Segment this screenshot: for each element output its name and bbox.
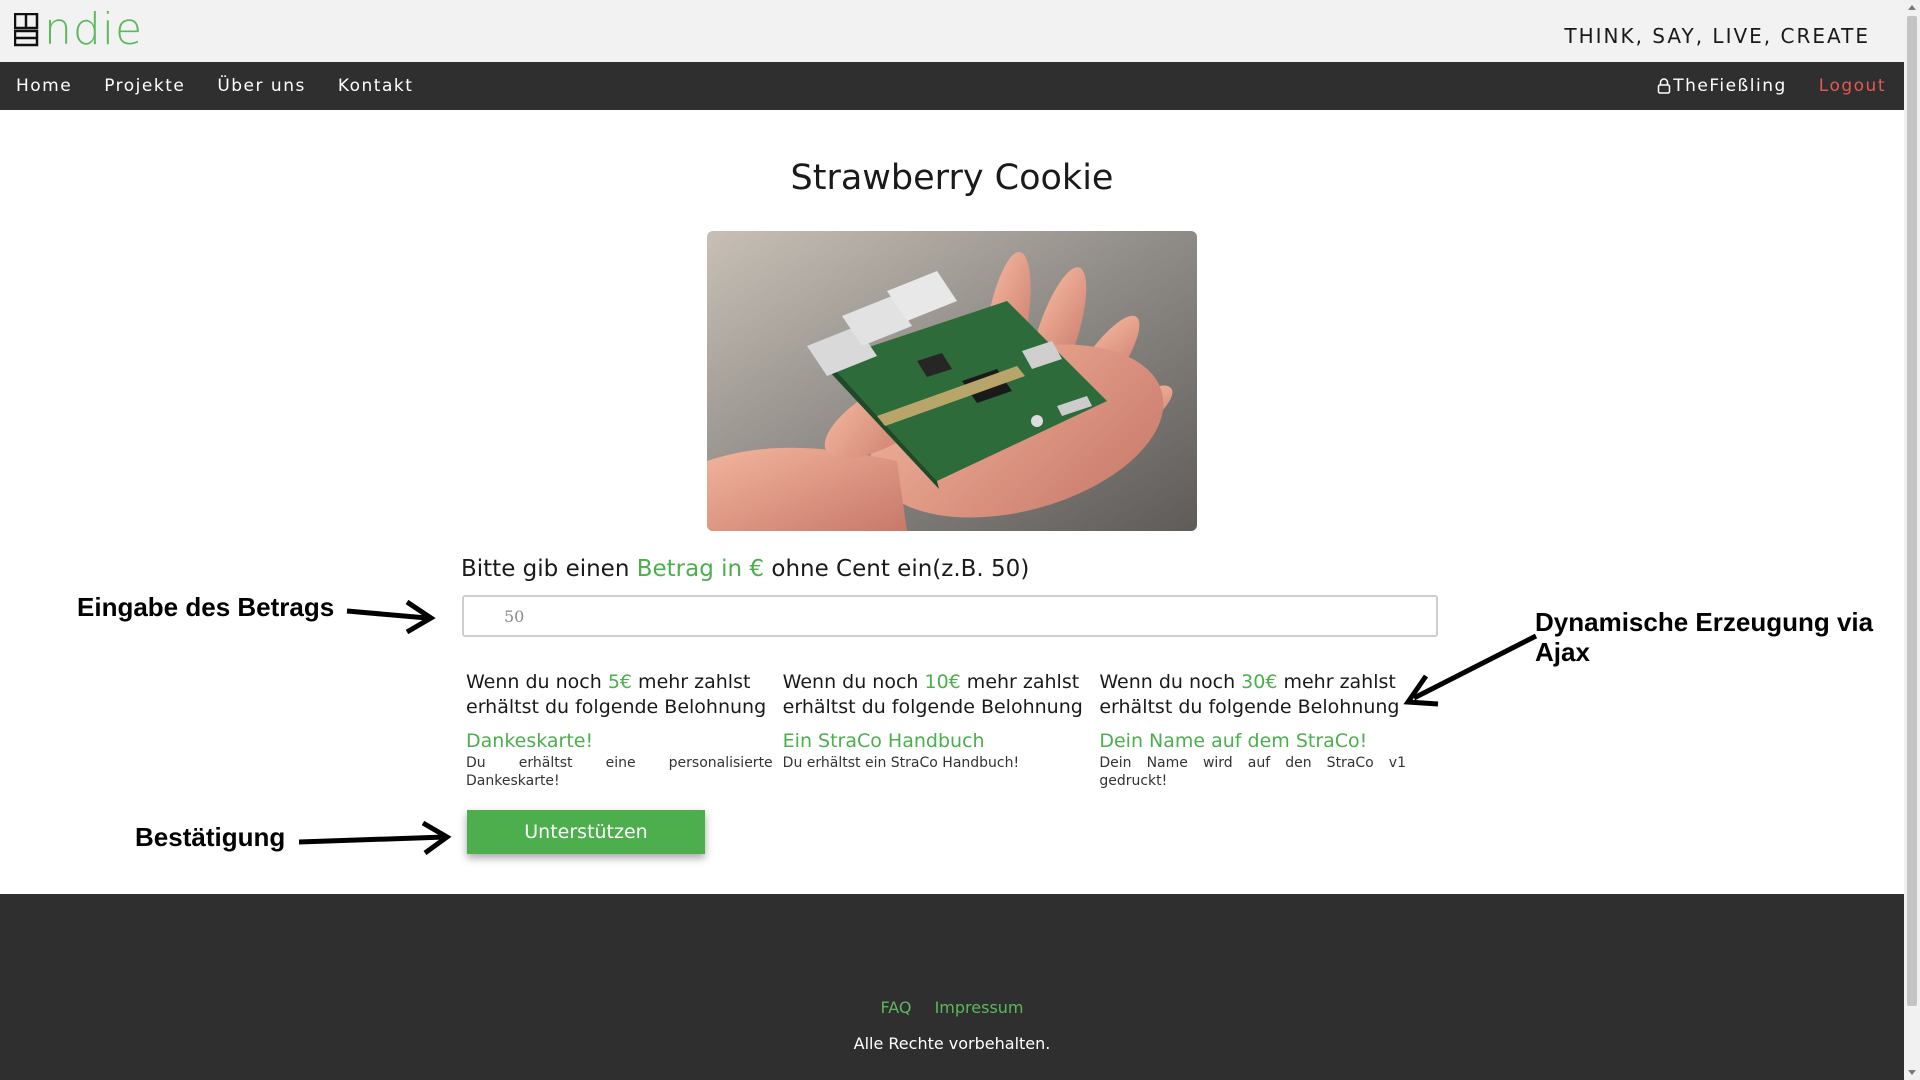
footer-links: FAQ Impressum [0,998,1904,1017]
scroll-up-icon[interactable] [1908,5,1916,10]
reward-condition: Wenn du noch 30€ mehr zahlst erhältst du… [1099,671,1400,718]
annotation-input: Eingabe des Betrags [77,592,335,622]
top-header: ndie THINK, SAY, LIVE, CREATE [0,0,1904,62]
scroll-down-icon[interactable] [1908,1070,1916,1075]
support-button[interactable]: Unterstützen [467,810,705,854]
reward-amount: 30€ [1241,671,1278,693]
logo-mark-icon [14,13,39,47]
amount-prompt-suffix: ohne Cent ein(z.B. 50) [764,556,1030,582]
annotation-arrow-confirm [298,820,452,856]
reward-description: Dein Name wird auf den StraCo v1 gedruck… [1099,755,1407,789]
logo-text: ndie [44,4,144,55]
nav-ueber-uns[interactable]: Über uns [217,76,306,96]
project-image [707,231,1197,531]
amount-prompt: Bitte gib einen Betrag in € ohne Cent ei… [461,556,1029,582]
nav-projekte[interactable]: Projekte [104,76,185,96]
footer: FAQ Impressum Alle Rechte vorbehalten. [0,894,1904,1080]
amount-prompt-highlight: Betrag in € [636,556,765,582]
reward-item: Wenn du noch 10€ mehr zahlst erhältst du… [783,670,1090,790]
nav-logout[interactable]: Logout [1819,76,1886,96]
reward-item: Wenn du noch 5€ mehr zahlst erhältst du … [466,670,773,790]
reward-title: Dein Name auf dem StraCo! [1099,730,1368,752]
project-title: Strawberry Cookie [790,158,1114,198]
reward-amount: 10€ [924,671,961,693]
annotation-arrow-input [346,599,436,635]
reward-item: Wenn du noch 30€ mehr zahlst erhältst du… [1099,670,1406,790]
reward-condition: Wenn du noch 5€ mehr zahlst erhältst du … [466,671,767,718]
lock-user-icon [1657,78,1671,94]
footer-link-impressum[interactable]: Impressum [935,998,1024,1017]
reward-amount: 5€ [607,671,633,693]
tagline: THINK, SAY, LIVE, CREATE [1564,24,1870,48]
reward-description: Du erhältst eine personalisierte Dankesk… [466,755,773,789]
nav-user-label: TheFießling [1673,76,1787,96]
reward-condition: Wenn du noch 10€ mehr zahlst erhältst du… [782,671,1083,718]
nav-kontakt[interactable]: Kontakt [338,76,414,96]
annotation-confirm: Bestätigung [135,822,286,852]
amount-input[interactable] [462,595,1438,637]
logo[interactable]: ndie [14,4,144,55]
scrollbar-thumb[interactable] [1907,16,1917,1006]
copyright: Alle Rechte vorbehalten. [853,1034,1051,1053]
footer-link-faq[interactable]: FAQ [880,998,911,1017]
nav-home[interactable]: Home [16,76,72,96]
reward-description: Du erhältst ein StraCo Handbuch! [782,755,1020,771]
main-nav: Home Projekte Über uns Kontakt TheFießli… [0,62,1904,110]
scrollbar[interactable] [1904,0,1920,1080]
amount-prompt-prefix: Bitte gib einen [461,556,637,582]
nav-user-profile[interactable]: TheFießling [1657,76,1787,96]
rewards-list: Wenn du noch 5€ mehr zahlst erhältst du … [466,670,1416,790]
annotation-arrow-ajax [1403,633,1538,707]
annotation-ajax: Dynamische Erzeugung via Ajax [1535,607,1874,667]
reward-title: Dankeskarte! [466,730,594,752]
reward-title: Ein StraCo Handbuch [782,730,985,752]
